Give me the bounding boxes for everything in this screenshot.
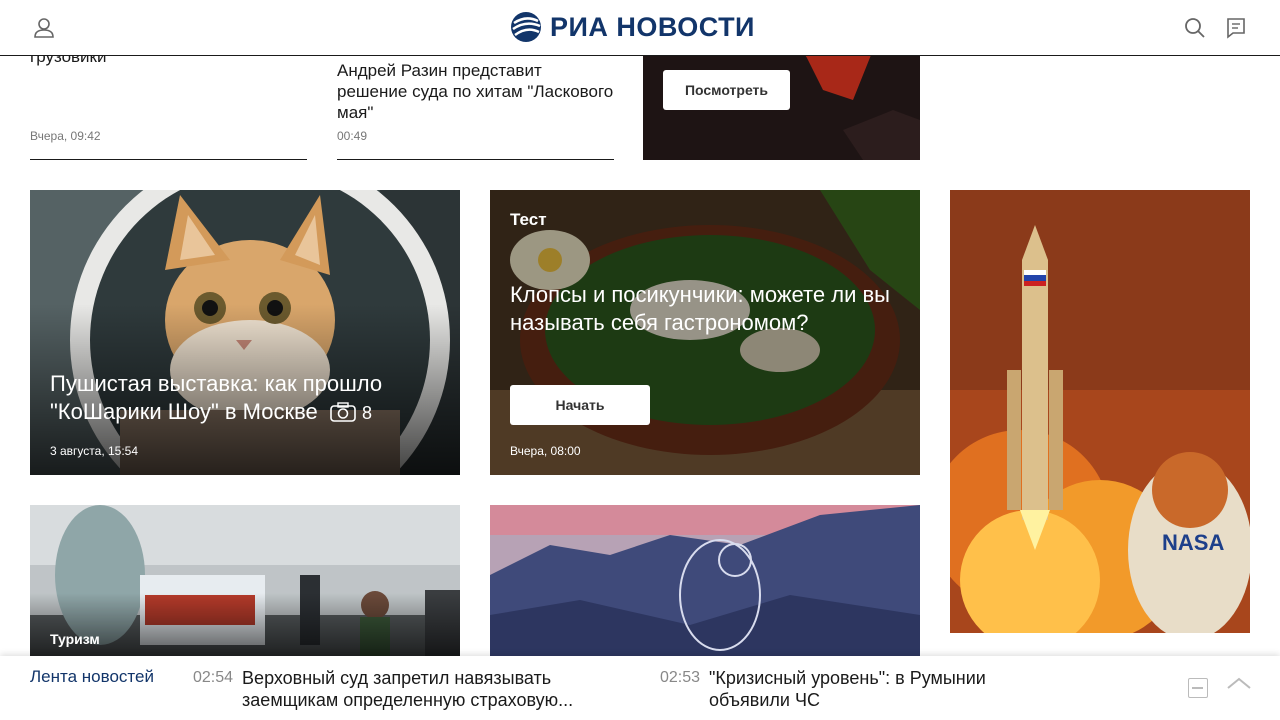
gallery-card[interactable]: Пушистая выставка: как прошло "КоШарики …	[30, 190, 460, 475]
rocket-illustration: NASA	[950, 190, 1250, 633]
ticker-text[interactable]: "Кризисный уровень": в Румынии объявили …	[709, 667, 1029, 711]
card-time: Вчера, 08:00	[510, 444, 581, 458]
news-time: 00:49	[337, 129, 368, 143]
card-title[interactable]: Пушистая выставка: как прошло "КоШарики …	[50, 370, 450, 429]
quiz-card[interactable]: Тест Клопсы и посикунчики: можете ли вы …	[490, 190, 920, 475]
art-card[interactable]	[490, 505, 920, 665]
camera-icon	[330, 401, 356, 429]
rocket-card[interactable]: NASA	[950, 190, 1250, 633]
card-tag[interactable]: Тест	[510, 210, 547, 230]
ticker-text[interactable]: Верховный суд запретил навязывать заемщи…	[242, 667, 602, 711]
minimize-icon[interactable]	[1188, 678, 1208, 698]
chevron-up-icon[interactable]	[1225, 674, 1253, 694]
chat-icon[interactable]	[1223, 15, 1249, 41]
watch-button[interactable]: Посмотреть	[663, 70, 790, 110]
news-time: Вчера, 09:42	[30, 129, 101, 143]
sculpture-photo	[490, 505, 920, 665]
card-title[interactable]: Клопсы и посикунчики: можете ли вы назыв…	[510, 281, 890, 337]
card-time: 3 августа, 15:54	[50, 444, 139, 458]
news-feed-bar: Лента новостей 02:54 Верховный суд запре…	[0, 656, 1280, 720]
logo-text: РИА НОВОСТИ	[550, 11, 755, 42]
user-icon[interactable]	[30, 14, 58, 42]
image-gradient	[30, 593, 460, 665]
card-tag[interactable]: Туризм	[50, 631, 100, 647]
tourism-card[interactable]: Туризм	[30, 505, 460, 665]
site-logo[interactable]: РИА НОВОСТИ	[510, 10, 755, 44]
start-button[interactable]: Начать	[510, 385, 650, 425]
globe-logo-icon	[511, 12, 541, 42]
ticker-item[interactable]: 02:54 Верховный суд запретил навязывать …	[193, 667, 602, 711]
ticker-time: 02:53	[660, 669, 701, 686]
ticker-time: 02:54	[193, 669, 234, 686]
svg-text:NASA: NASA	[1162, 530, 1224, 555]
news-title[interactable]: Андрей Разин представит решение суда по …	[337, 60, 614, 123]
photo-count: 8	[362, 403, 373, 423]
ticker-item[interactable]: 02:53 "Кризисный уровень": в Румынии объ…	[660, 667, 1029, 711]
site-header: РИА НОВОСТИ	[0, 0, 1280, 56]
search-icon[interactable]	[1182, 15, 1208, 41]
news-feed-link[interactable]: Лента новостей	[30, 667, 154, 687]
